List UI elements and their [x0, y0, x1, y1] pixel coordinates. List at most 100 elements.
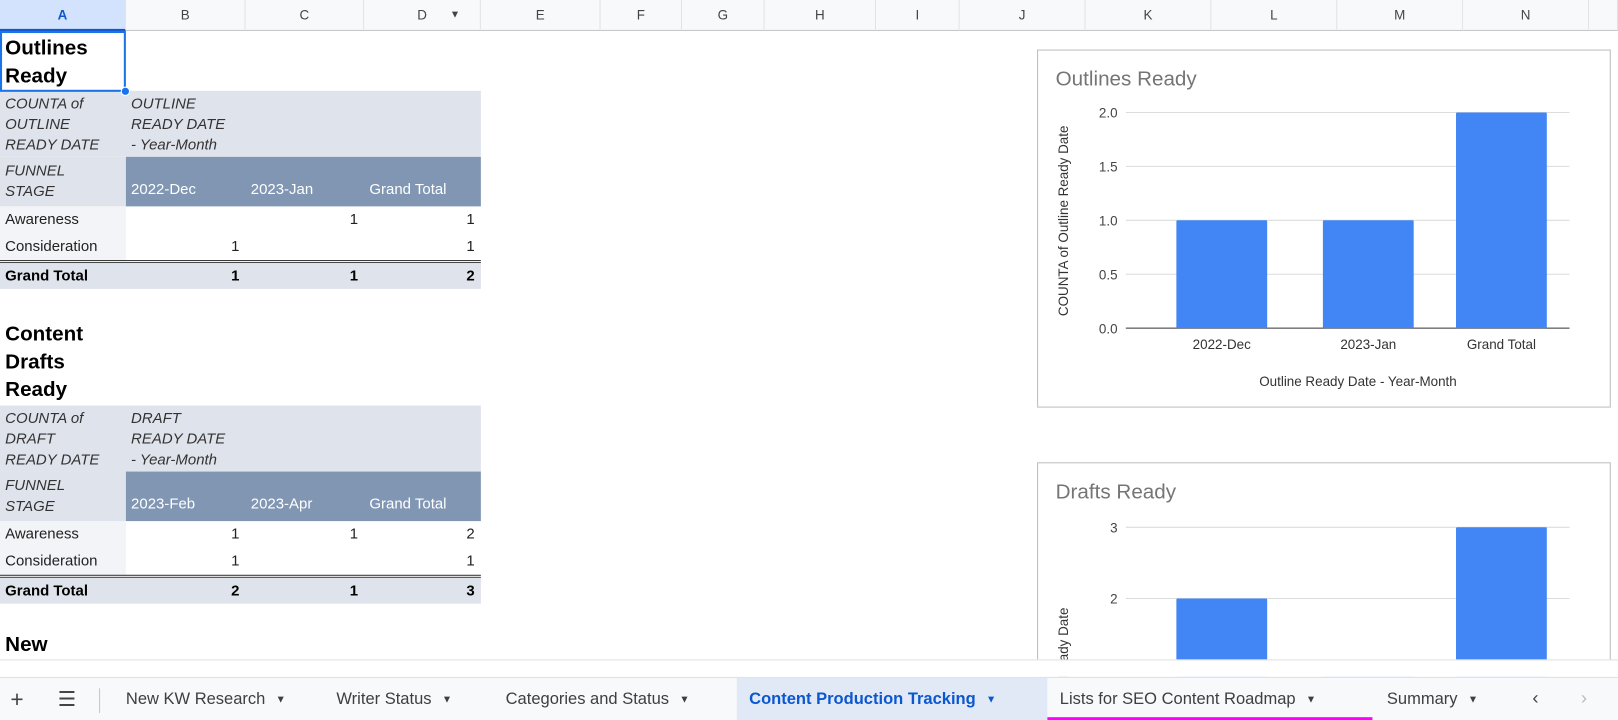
y-tick-label: 3 — [1110, 520, 1117, 535]
pivot-column-field: READY DATE — [131, 431, 226, 448]
column-header-N[interactable]: N — [1463, 0, 1590, 31]
column-header-H[interactable]: H — [764, 0, 877, 31]
sheet-tab[interactable]: Summary ▼ — [1374, 678, 1518, 720]
tab-dropdown-icon[interactable]: ▼ — [442, 694, 452, 705]
tab-dropdown-icon[interactable]: ▼ — [679, 694, 689, 705]
pivot-row-label: Awareness — [5, 526, 79, 543]
y-tick-label: 0.5 — [1099, 267, 1118, 282]
pivot-total-cell: 3 — [466, 583, 475, 600]
pivot-column-header: 2023-Jan — [250, 181, 314, 199]
column-header-M[interactable]: M — [1337, 0, 1464, 31]
tab-dropdown-icon[interactable]: ▼ — [986, 694, 996, 705]
pivot-row-field: FUNNEL — [5, 163, 66, 180]
horizontal-scroll-area[interactable] — [0, 659, 1618, 677]
selected-cell-a1[interactable] — [0, 30, 126, 92]
x-tick-label: 2023-Jan — [1340, 337, 1396, 352]
pivot-cell: 1 — [466, 238, 475, 255]
add-sheet-icon[interactable]: + — [10, 686, 23, 713]
pivot-value-label: READY DATE — [5, 451, 100, 469]
sheet-tab-label: Content Production Tracking — [749, 690, 976, 708]
column-header-B[interactable]: B — [125, 0, 246, 31]
tab-dropdown-icon[interactable]: ▼ — [1468, 694, 1478, 705]
pivot-column-header: Grand Total — [369, 181, 447, 199]
filter-dropdown-icon[interactable]: ▼ — [450, 9, 460, 20]
column-header-K[interactable]: K — [1085, 0, 1212, 31]
pivot-total-cell: 1 — [349, 268, 359, 285]
pivot-cell: 1 — [466, 553, 475, 570]
pivot-column-header: Grand Total — [369, 496, 447, 513]
section-title-new: New — [5, 633, 48, 657]
chart-outlines-ready[interactable]: Outlines Ready 0.0 0.5 1.0 1.5 2.0 2022-Dec 20… — [1037, 49, 1611, 408]
pivot-row-field: FUNNEL — [5, 477, 66, 495]
pivot-cell: 1 — [349, 526, 359, 543]
pivot-column-field: - Year-Month — [131, 137, 218, 154]
pivot-cell: 1 — [466, 211, 475, 229]
column-header-E[interactable]: E — [480, 0, 601, 31]
bar[interactable] — [1456, 112, 1547, 329]
pivot-column-field: - Year-Month — [131, 451, 218, 469]
column-header-J[interactable]: J — [959, 0, 1086, 31]
scroll-tabs-left-icon[interactable]: ‹ — [1532, 687, 1538, 709]
sheet-tab-label: Writer Status — [336, 690, 432, 708]
pivot-total-label: Grand Total — [5, 268, 89, 285]
pivot-row-field: STAGE — [5, 498, 55, 515]
pivot-value-label: DRAFT — [5, 431, 56, 448]
tab-dropdown-icon[interactable]: ▼ — [276, 694, 286, 705]
sheet-tab-label: Summary — [1386, 690, 1458, 708]
column-header-F[interactable]: F — [600, 0, 683, 31]
fill-handle[interactable] — [120, 86, 131, 96]
pivot-column-header: 2022-Dec — [131, 181, 196, 199]
y-tick-label: 2.0 — [1099, 106, 1118, 121]
divider — [99, 688, 101, 714]
sheet-tab[interactable]: Content Production Tracking ▼ — [736, 677, 1048, 720]
sheet-tab[interactable]: New KW Research ▼ — [114, 678, 325, 720]
scroll-tabs-right-icon[interactable]: › — [1581, 687, 1587, 709]
pivot-column-field: DRAFT — [131, 410, 181, 428]
pivot-title: Ready — [5, 378, 68, 402]
pivot-column-header: 2023-Apr — [250, 496, 313, 513]
sheet-tab-label: Lists for SEO Content Roadmap — [1059, 690, 1296, 708]
pivot-total-label: Grand Total — [5, 583, 89, 600]
pivot-row-field: STAGE — [5, 183, 55, 201]
pivot-total-cell: 2 — [231, 583, 240, 600]
bar[interactable] — [1176, 220, 1268, 329]
column-header-C[interactable]: C — [245, 0, 365, 31]
pivot-value-label: COUNTA of — [5, 95, 84, 113]
x-tick-label: 2022-Dec — [1193, 337, 1251, 352]
column-header-filler — [1589, 0, 1618, 31]
column-header-D[interactable]: D — [364, 0, 481, 31]
sheet-tab[interactable]: Categories and Status ▼ — [493, 678, 737, 720]
y-axis-label: COUNTA of Outline Ready Date — [1056, 126, 1071, 316]
sheet-tab-label: New KW Research — [125, 690, 266, 708]
column-header-L[interactable]: L — [1211, 0, 1338, 31]
y-tick-label: 2 — [1110, 592, 1117, 607]
y-tick-label: 0.0 — [1099, 321, 1118, 336]
pivot-column-field: OUTLINE — [131, 95, 196, 113]
spreadsheet: ABCDEFGHIJKLMN ▼ Outlines Ready COUNTA of O… — [0, 0, 1618, 720]
pivot-title: Drafts — [5, 350, 65, 374]
x-axis-label: Outline Ready Date - Year-Month — [1259, 374, 1456, 389]
pivot-total-cell: 1 — [231, 268, 240, 285]
column-header-I[interactable]: I — [876, 0, 960, 31]
column-header-A[interactable]: A — [0, 0, 126, 31]
bar[interactable] — [1322, 220, 1414, 329]
sheet-tab[interactable]: Writer Status ▼ — [324, 678, 493, 720]
sheet-tab[interactable]: Lists for SEO Content Roadmap ▼ — [1047, 678, 1374, 720]
pivot-cell: 1 — [231, 526, 240, 543]
pivot-value-label: COUNTA of — [5, 410, 84, 428]
sheet-tab-label: Categories and Status — [505, 690, 670, 708]
column-header-G[interactable]: G — [682, 0, 765, 31]
x-tick-label: Grand Total — [1467, 337, 1536, 352]
pivot-cell: 1 — [349, 211, 359, 229]
all-sheets-menu-icon[interactable]: ☰ — [58, 686, 77, 712]
y-tick-label: 1.0 — [1099, 213, 1118, 228]
pivot-column-header: 2023-Feb — [131, 496, 196, 513]
pivot-row-label: Consideration — [5, 553, 98, 570]
pivot-column-field: READY DATE — [131, 116, 226, 134]
pivot-cell: 1 — [231, 553, 240, 570]
pivot-row-label: Consideration — [5, 238, 98, 255]
tab-dropdown-icon[interactable]: ▼ — [1306, 694, 1316, 705]
pivot-value-label: READY DATE — [5, 137, 100, 154]
pivot-row-label: Awareness — [5, 211, 79, 229]
pivot-cell: 1 — [231, 238, 240, 255]
